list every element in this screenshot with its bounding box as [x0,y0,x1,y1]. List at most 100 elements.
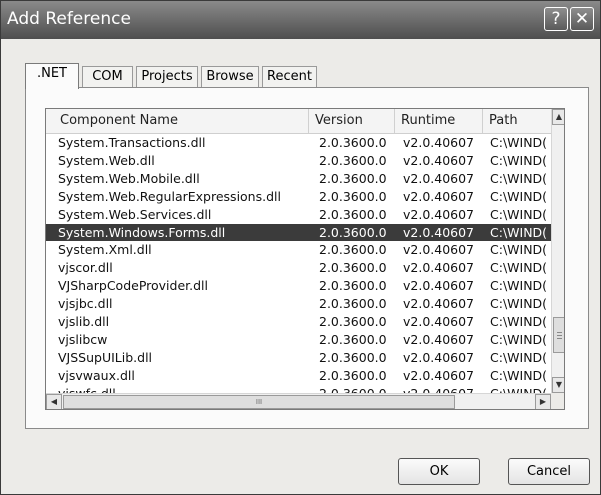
version-cell: 2.0.3600.0 [319,152,387,168]
table-row[interactable]: System.Web.Mobile.dll 2.0.3600.0 v2.0.4060… [46,170,551,187]
table-row[interactable]: vjsjbc.dll 2.0.3600.0 v2.0.40607 C:\WIND( [46,295,551,312]
version-cell: 2.0.3600.0 [319,367,387,383]
table-row[interactable]: System.Windows.Forms.dll 2.0.3600.0 v2.0.4… [46,223,551,241]
version-cell: 2.0.3600.0 [319,206,387,222]
scroll-up-icon[interactable]: ▲ [552,109,564,125]
version-cell: 2.0.3600.0 [319,349,387,365]
path-cell: C:\WIND( [490,385,551,393]
component-name-cell: vjslibcw [58,331,108,347]
horizontal-scroll-thumb[interactable]: III [63,395,455,409]
tab-net[interactable]: .NET [25,63,79,89]
column-header-version[interactable]: Version [309,109,395,133]
close-button[interactable]: ✕ [570,7,594,31]
runtime-cell: v2.0.40607 [403,170,475,186]
table-row[interactable]: System.Web.Services.dll 2.0.3600.0 v2.0.40… [46,206,551,223]
list-rows: System.Transactions.dll 2.0.3600.0 v2.0.40… [46,134,551,393]
component-name-cell: vjsvwaux.dll [58,367,135,383]
component-name-cell: vjslib.dll [58,314,110,329]
vertical-scrollbar[interactable]: ▲ ▼ [551,109,564,393]
component-list[interactable]: Component Name Version Runtime Path Syst… [45,108,565,410]
column-header-path[interactable]: Path [483,109,551,133]
tab-panel-net: Component Name Version Runtime Path Syst… [25,87,589,429]
version-cell: 2.0.3600.0 [319,170,387,186]
component-name-cell: System.Windows.Forms.dll [58,224,226,240]
table-row[interactable]: VJSSupUILib.dll 2.0.3600.0 v2.0.40607 C:\WI… [46,349,551,366]
path-cell: C:\WIND( [490,278,548,294]
path-cell: C:\WIND( [490,260,548,276]
runtime-cell: v2.0.40607 [403,135,475,150]
list-header: Component Name Version Runtime Path [46,109,551,134]
runtime-cell: v2.0.40607 [403,242,475,258]
table-row[interactable]: System.Xml.dll 2.0.3600.0 v2.0.40607 C:\WIN… [46,241,551,258]
version-cell: 2.0.3600.0 [319,260,387,276]
component-name-cell: System.Web.Services.dll [58,206,212,222]
tab-browse[interactable]: Browse [201,66,259,88]
runtime-cell: v2.0.40607 [403,278,475,294]
title-bar[interactable]: Add Reference ? ✕ [1,1,600,39]
help-button[interactable]: ? [544,7,568,31]
tab-projects[interactable]: Projects [136,66,198,88]
scroll-left-icon[interactable]: ◀ [46,394,62,409]
version-cell: 2.0.3600.0 [319,135,387,150]
table-row[interactable]: System.Web.RegularExpressions.dll 2.0.360… [46,188,551,205]
runtime-cell: v2.0.40607 [403,349,475,365]
table-row[interactable]: vjscor.dll 2.0.3600.0 v2.0.40607 C:\WIND( [46,259,551,276]
component-name-cell: System.Web.Mobile.dll [58,170,200,186]
vertical-scroll-thumb[interactable] [553,317,564,353]
table-row[interactable]: vjswfc.dll 2.0.3600.0v2.0.40607C:\WIND( [46,385,551,393]
cancel-button[interactable]: Cancel [508,458,590,485]
runtime-cell: v2.0.40607 [403,331,475,347]
table-row[interactable]: vjsvwaux.dll 2.0.3600.0 v2.0.40607 C:\WIND( [46,367,551,384]
table-row[interactable]: vjslibcw 2.0.3600.0 v2.0.40607 C:\WIND( [46,331,551,348]
version-cell: 2.0.3600.0 [319,331,387,347]
runtime-cell: v2.0.40607 [403,206,475,222]
horizontal-scrollbar[interactable]: ◀ III ▶ [46,393,551,409]
table-row[interactable]: VJSharpCodeProvider.dll 2.0.3600.0 v2.0.40… [46,277,551,294]
runtime-cell: v2.0.40607 [403,314,475,329]
version-cell: 2.0.3600.0 [319,224,387,240]
path-cell: C:\WIND( [490,367,548,383]
component-name-cell: System.Transactions.dll [58,135,206,150]
version-cell: 2.0.3600.0 [319,188,387,204]
tab-com[interactable]: COM [82,66,133,88]
component-name-cell: System.Web.dll [58,152,155,168]
runtime-cell: v2.0.40607 [403,224,475,240]
path-cell: C:\WIND( [490,349,548,365]
tab-recent[interactable]: Recent [262,66,317,88]
scroll-down-icon[interactable]: ▼ [552,377,564,393]
path-cell: C:\WIND( [490,206,548,222]
ok-button[interactable]: OK [398,458,480,485]
column-header-runtime[interactable]: Runtime [395,109,483,133]
path-cell: C:\WIND( [490,242,548,258]
component-name-cell: vjscor.dll [58,260,113,276]
scrollbar-corner [551,393,564,409]
scroll-right-icon[interactable]: ▶ [535,394,551,409]
runtime-cell: v2.0.40607 [403,188,475,204]
table-row[interactable]: vjslib.dll 2.0.3600.0 v2.0.40607 C:\WIND( [46,313,551,330]
component-name-cell: System.Xml.dll [58,242,152,258]
path-cell: C:\WIND( [490,170,548,186]
table-row[interactable]: System.Transactions.dll 2.0.3600.0 v2.0.40… [46,134,551,151]
version-cell: 2.0.3600.0 [319,314,387,329]
component-name-cell: vjswfc.dll [58,385,303,393]
path-cell: C:\WIND( [490,331,548,347]
version-cell: 2.0.3600.0 [319,242,387,258]
dialog-title: Add Reference [7,9,131,29]
path-cell: C:\WIND( [490,224,548,240]
runtime-cell: v2.0.40607 [403,367,475,383]
version-cell: 2.0.3600.0 [319,278,387,294]
version-cell: 2.0.3600.0 [319,296,387,312]
runtime-cell: v2.0.40607 [403,152,475,168]
component-name-cell: System.Web.RegularExpressions.dll [58,188,281,204]
path-cell: C:\WIND( [490,296,548,312]
component-name-cell: VJSSupUILib.dll [58,349,153,365]
component-name-cell: vjsjbc.dll [58,296,113,312]
table-row[interactable]: System.Web.dll 2.0.3600.0 v2.0.40607 C:\WIN… [46,152,551,169]
add-reference-dialog: Add Reference ? ✕ .NET COM Projects Brow… [0,0,601,495]
path-cell: C:\WIND( [490,188,548,204]
path-cell: C:\WIND( [490,314,548,329]
column-header-component-name[interactable]: Component Name [46,109,309,133]
runtime-cell: v2.0.40607 [403,385,489,393]
path-cell: C:\WIND( [490,135,548,150]
path-cell: C:\WIND( [490,152,548,168]
